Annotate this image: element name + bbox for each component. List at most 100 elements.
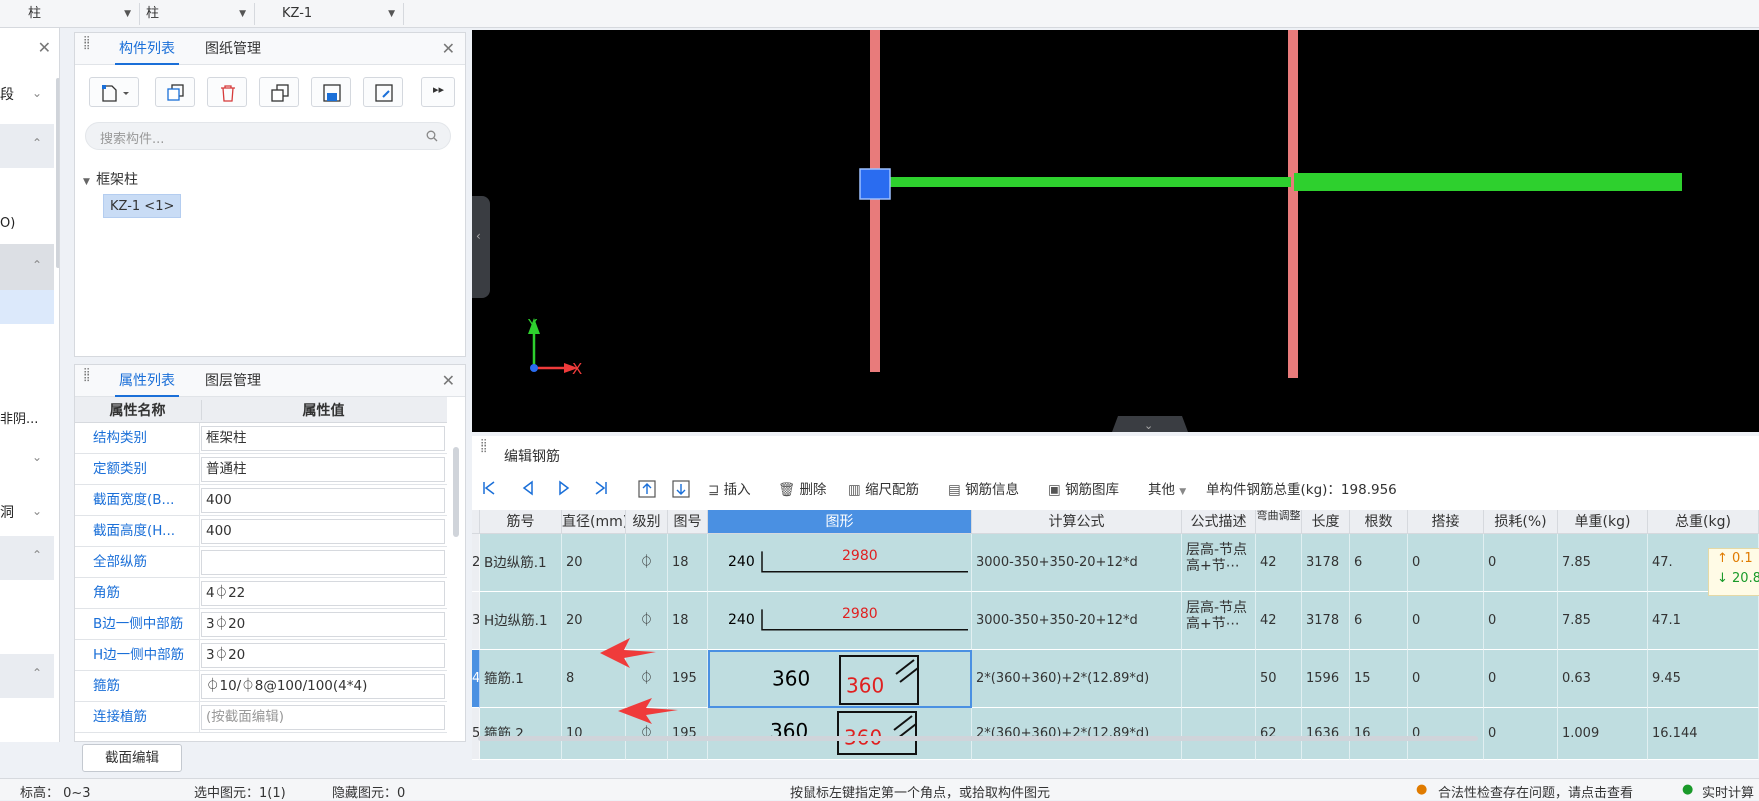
property-value-field[interactable]: 普通柱 bbox=[201, 457, 445, 482]
table-cell[interactable]: 7.85 bbox=[1558, 592, 1648, 650]
tab-component-list[interactable]: 构件列表 bbox=[115, 33, 179, 65]
table-cell[interactable]: 箍筋.2 bbox=[480, 708, 562, 760]
table-cell[interactable]: 0 bbox=[1408, 650, 1484, 708]
chevron-up-icon[interactable]: ⌃ bbox=[32, 666, 42, 680]
table-cell[interactable]: 47.1 bbox=[1648, 592, 1759, 650]
nav-group-active[interactable]: ⌃ bbox=[0, 244, 54, 290]
table-cell[interactable]: 6 bbox=[1350, 592, 1408, 650]
drawing-canvas[interactable]: Y X ‹ ⌄ bbox=[472, 30, 1759, 432]
table-cell[interactable]: 0 bbox=[1408, 708, 1484, 760]
tab-drawing-management[interactable]: 图纸管理 bbox=[201, 33, 265, 65]
type-dropdown[interactable]: 柱 ▼ bbox=[140, 3, 255, 25]
nav-group[interactable]: ⌃ bbox=[0, 654, 54, 698]
chevron-down-icon[interactable]: ⌄ bbox=[32, 504, 42, 518]
property-value-field[interactable]: 3⏀20 bbox=[201, 643, 445, 668]
column-header[interactable]: 根数 bbox=[1350, 510, 1408, 534]
tree-group-frame-column[interactable]: ▼ 框架柱 bbox=[83, 169, 138, 189]
chevron-up-icon[interactable]: ⌃ bbox=[32, 258, 42, 272]
row-index[interactable]: 4 bbox=[472, 650, 480, 708]
property-value-field[interactable]: 400 bbox=[201, 488, 445, 513]
rebar-shape-cell[interactable]: 240 2980 bbox=[708, 592, 972, 650]
close-icon[interactable]: ✕ bbox=[442, 39, 455, 58]
section-edit-button[interactable]: 截面编辑 bbox=[82, 744, 182, 772]
column-header[interactable]: 级别 bbox=[626, 510, 668, 534]
table-cell[interactable]: 10 bbox=[562, 708, 626, 760]
table-cell[interactable]: 1636 bbox=[1302, 708, 1350, 760]
property-row[interactable]: 定额类别 普通柱 bbox=[75, 454, 447, 485]
close-icon[interactable]: ✕ bbox=[442, 371, 455, 390]
drag-handle-icon[interactable]: ⠿ ⠿ bbox=[480, 440, 490, 462]
nav-item-label[interactable]: 非阴... bbox=[0, 408, 38, 427]
column-header[interactable]: 弯曲调整 bbox=[1256, 510, 1302, 534]
save-component-button[interactable] bbox=[311, 77, 351, 107]
layer-copy-button[interactable] bbox=[259, 77, 299, 107]
new-component-button[interactable] bbox=[89, 77, 139, 107]
table-cell[interactable]: 16 bbox=[1350, 708, 1408, 760]
row-index[interactable]: 3 bbox=[472, 592, 480, 650]
table-cell[interactable]: 18 bbox=[668, 534, 708, 592]
nav-item-selected[interactable] bbox=[0, 290, 54, 324]
rebar-shape-cell[interactable]: 240 2980 bbox=[708, 534, 972, 592]
tree-item-kz1[interactable]: KZ-1 <1> bbox=[103, 194, 182, 218]
column-header[interactable]: 搭接 bbox=[1408, 510, 1484, 534]
table-cell[interactable]: 3178 bbox=[1302, 592, 1350, 650]
component-dropdown[interactable]: KZ-1 ▼ bbox=[276, 3, 404, 25]
next-row-button[interactable] bbox=[558, 480, 570, 500]
table-cell[interactable]: 3000-350+350-20+12*d bbox=[972, 592, 1182, 650]
nav-item-label[interactable]: 段 bbox=[0, 84, 14, 104]
tab-property-list[interactable]: 属性列表 bbox=[115, 365, 179, 397]
close-icon[interactable]: ✕ bbox=[38, 38, 51, 57]
last-row-button[interactable] bbox=[594, 480, 608, 500]
table-cell[interactable]: 15 bbox=[1350, 650, 1408, 708]
property-row[interactable]: 角筋 4⏀22 bbox=[75, 578, 447, 609]
table-cell[interactable]: 0 bbox=[1484, 708, 1558, 760]
property-row[interactable]: 箍筋 ⏀10/⏀8@100/100(4*4) bbox=[75, 671, 447, 702]
property-row[interactable]: 结构类别 框架柱 bbox=[75, 423, 447, 454]
copy-component-button[interactable] bbox=[155, 77, 195, 107]
scale-rebar-button[interactable]: ▥ 缩尺配筋 bbox=[848, 480, 919, 500]
rebar-shape-cell[interactable]: 360360 bbox=[708, 708, 972, 760]
prev-row-button[interactable] bbox=[522, 480, 534, 500]
column-header[interactable]: 总重(kg) bbox=[1648, 510, 1759, 534]
table-cell[interactable]: 0 bbox=[1484, 592, 1558, 650]
property-row[interactable]: 全部纵筋 bbox=[75, 547, 447, 578]
property-value-field[interactable]: 3⏀20 bbox=[201, 612, 445, 637]
table-cell[interactable]: 0 bbox=[1408, 592, 1484, 650]
rebar-library-button[interactable]: ▣ 钢筋图库 bbox=[1048, 480, 1119, 500]
table-cell[interactable]: 18 bbox=[668, 592, 708, 650]
row-index[interactable]: 2 bbox=[472, 534, 480, 592]
table-cell[interactable]: 2*(360+360)+2*(12.89*d) bbox=[972, 708, 1182, 760]
more-tools-button[interactable]: ▸▸ bbox=[421, 77, 455, 107]
scrollbar[interactable] bbox=[56, 78, 59, 268]
table-cell[interactable]: 箍筋.1 bbox=[480, 650, 562, 708]
table-cell[interactable]: 6 bbox=[1350, 534, 1408, 592]
property-row[interactable]: 截面宽度(B... 400 bbox=[75, 485, 447, 516]
tab-layer-management[interactable]: 图层管理 bbox=[201, 365, 265, 397]
property-value-field[interactable]: 框架柱 bbox=[201, 426, 445, 451]
realtime-calc-toggle[interactable]: 实时计算 bbox=[1702, 782, 1754, 801]
column-header[interactable]: 图形 bbox=[708, 510, 972, 534]
move-up-button[interactable] bbox=[638, 480, 656, 500]
property-value-field[interactable]: 400 bbox=[201, 519, 445, 544]
property-row[interactable]: 连接植筋 (按截面编辑) bbox=[75, 702, 447, 733]
rebar-info-button[interactable]: ▤ 钢筋信息 bbox=[948, 480, 1019, 500]
column-header[interactable]: 长度 bbox=[1302, 510, 1350, 534]
nav-group[interactable]: ⌃ bbox=[0, 124, 54, 168]
table-cell[interactable]: 7.85 bbox=[1558, 534, 1648, 592]
column-header[interactable]: 公式描述 bbox=[1182, 510, 1256, 534]
table-cell[interactable]: 50 bbox=[1256, 650, 1302, 708]
table-cell[interactable]: 0 bbox=[1484, 650, 1558, 708]
table-cell[interactable]: 3000-350+350-20+12*d bbox=[972, 534, 1182, 592]
chevron-up-icon[interactable]: ⌃ bbox=[32, 136, 42, 150]
table-cell[interactable]: 42 bbox=[1256, 534, 1302, 592]
property-row[interactable]: 截面高度(H... 400 bbox=[75, 516, 447, 547]
property-value-field[interactable]: 4⏀22 bbox=[201, 581, 445, 606]
table-cell[interactable]: 0 bbox=[1484, 534, 1558, 592]
drag-handle-icon[interactable]: ⠿ ⠿ bbox=[83, 369, 93, 391]
table-cell[interactable]: 层高-节点高+节⋯ bbox=[1182, 534, 1256, 592]
table-cell[interactable]: 16.144 bbox=[1648, 708, 1759, 760]
table-cell[interactable]: H边纵筋.1 bbox=[480, 592, 562, 650]
nav-group[interactable]: ⌃ bbox=[0, 536, 54, 580]
table-cell[interactable]: 1.009 bbox=[1558, 708, 1648, 760]
table-cell[interactable]: 62 bbox=[1256, 708, 1302, 760]
